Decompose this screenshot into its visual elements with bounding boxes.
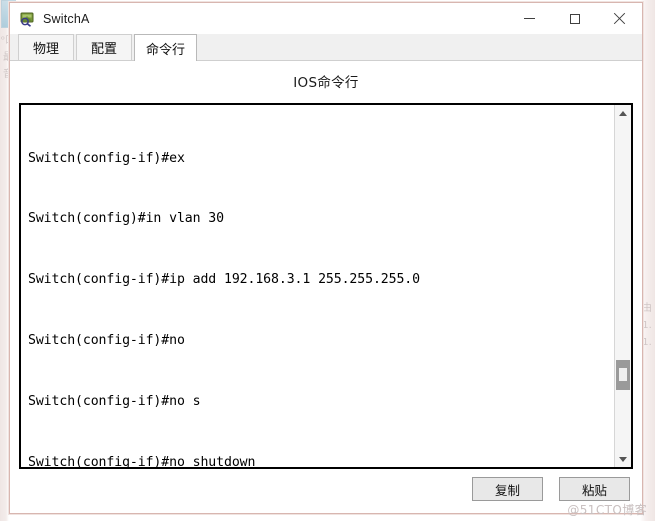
maximize-icon	[569, 13, 580, 24]
terminal-line: Switch(config-if)#no	[28, 333, 185, 349]
site-watermark: @51CTO博客	[567, 503, 647, 517]
close-icon	[613, 12, 626, 25]
copy-button-label: 复制	[494, 482, 520, 498]
tab-physical-label: 物理	[32, 42, 59, 57]
chevron-up-icon	[619, 110, 627, 116]
tab-config[interactable]: 配置	[76, 34, 132, 60]
window-controls	[507, 3, 642, 34]
close-button[interactable]	[597, 3, 642, 34]
title-bar: SwitchA	[10, 3, 642, 34]
tab-strip: 物理 配置 命令行	[10, 34, 642, 61]
scroll-up-button[interactable]	[615, 105, 631, 121]
scroll-down-button[interactable]	[615, 451, 631, 467]
terminal-console[interactable]: Switch(config-if)#ex Switch(config)#in v…	[19, 103, 633, 469]
tab-cli[interactable]: 命令行	[134, 34, 198, 61]
minimize-icon	[524, 18, 535, 19]
terminal-line: Switch(config-if)#no shutdown	[28, 455, 256, 467]
panel-title: IOS命令行	[293, 75, 359, 91]
tab-config-label: 配置	[90, 42, 117, 57]
paste-button-label: 粘贴	[581, 482, 607, 498]
scrollbar-thumb[interactable]	[616, 360, 630, 390]
terminal-scrollbar[interactable]	[614, 105, 631, 467]
terminal-output[interactable]: Switch(config-if)#ex Switch(config)#in v…	[21, 105, 614, 467]
chevron-down-icon	[619, 456, 627, 462]
maximize-button[interactable]	[552, 3, 597, 34]
terminal-line: Switch(config-if)#no s	[28, 394, 201, 410]
switch-device-icon	[19, 10, 36, 27]
minimize-button[interactable]	[507, 3, 552, 34]
terminal-action-buttons: 复制 粘贴	[472, 477, 630, 501]
tab-cli-label: 命令行	[146, 42, 186, 58]
terminal-line: Switch(config-if)#ip add 192.168.3.1 255…	[28, 272, 420, 288]
window-title: SwitchA	[43, 11, 90, 26]
app-window: SwitchA 物理 配置 命令行 IOS命令行 Switch(config-i…	[9, 2, 643, 514]
paste-button[interactable]: 粘贴	[559, 477, 630, 501]
terminal-line: Switch(config)#in vlan 30	[28, 211, 224, 227]
terminal-line: Switch(config-if)#ex	[28, 150, 185, 166]
tab-physical[interactable]: 物理	[18, 34, 74, 60]
tab-content-cli: IOS命令行 Switch(config-if)#ex Switch(confi…	[10, 61, 642, 513]
copy-button[interactable]: 复制	[472, 477, 543, 501]
